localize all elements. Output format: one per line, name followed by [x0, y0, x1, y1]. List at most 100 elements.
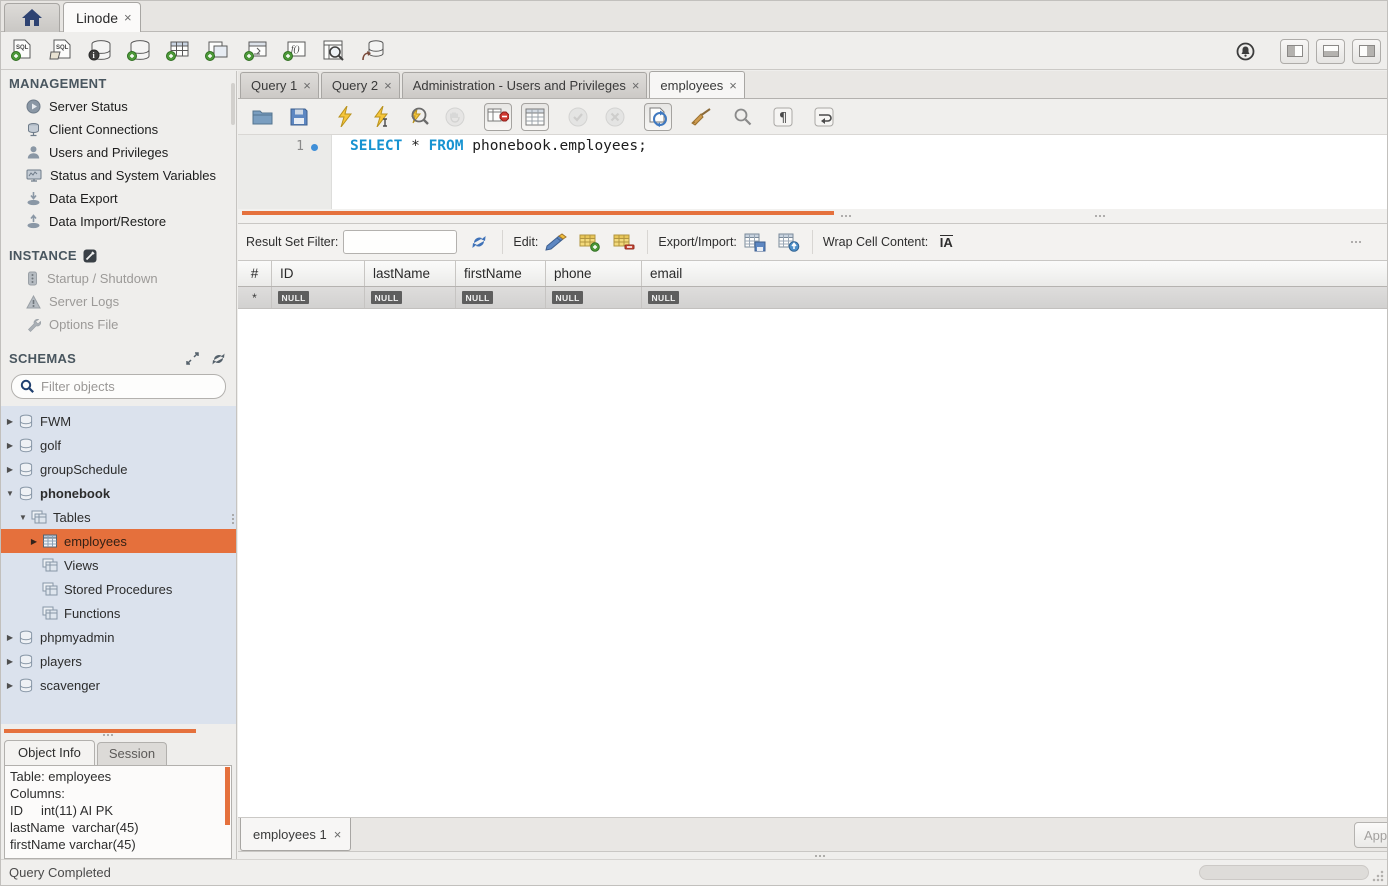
- footer-splitter-grip[interactable]: [815, 855, 825, 857]
- inspect-database-icon[interactable]: i: [87, 39, 113, 63]
- tab-session[interactable]: Session: [97, 742, 167, 765]
- close-icon[interactable]: ×: [384, 78, 392, 93]
- sidebar-item-server-status[interactable]: Server Status: [1, 95, 236, 118]
- tree-item-views-folder[interactable]: Views: [1, 553, 236, 577]
- tree-item-schema[interactable]: ▶ FWM: [1, 409, 236, 433]
- sql-code-editor[interactable]: 1 SELECT * FROM phonebook.employees;: [238, 135, 1387, 209]
- object-info-splitter[interactable]: [1, 724, 236, 738]
- tree-item-functions-folder[interactable]: Functions: [1, 601, 236, 625]
- tree-item-schema[interactable]: ▶ players: [1, 649, 236, 673]
- column-header-rownum[interactable]: #: [238, 261, 272, 286]
- expand-arrow-icon[interactable]: ▶: [5, 657, 15, 666]
- toggle-autocommit-icon[interactable]: [644, 103, 672, 131]
- splitter-grip[interactable]: [103, 734, 113, 736]
- column-header-firstname[interactable]: firstName: [456, 261, 546, 286]
- tree-item-schema[interactable]: ▶ scavenger: [1, 673, 236, 697]
- close-icon[interactable]: ×: [632, 78, 640, 93]
- toggle-right-sidebar-button[interactable]: [1352, 39, 1381, 64]
- open-file-icon[interactable]: [248, 103, 276, 131]
- expand-arrow-icon[interactable]: ▶: [5, 417, 15, 426]
- horizontal-scrollbar[interactable]: [1199, 865, 1369, 880]
- commit-icon[interactable]: [564, 103, 592, 131]
- column-header-phone[interactable]: phone: [546, 261, 642, 286]
- column-header-lastname[interactable]: lastName: [365, 261, 456, 286]
- wrap-cell-content-icon[interactable]: IA: [933, 230, 959, 254]
- toggle-stop-on-error-icon[interactable]: [484, 103, 512, 131]
- create-table-icon[interactable]: [165, 39, 191, 63]
- insert-row-icon[interactable]: [577, 230, 603, 254]
- close-icon[interactable]: ×: [124, 10, 132, 25]
- result-set-filter-input[interactable]: [343, 230, 457, 254]
- column-header-email[interactable]: email: [642, 261, 1387, 286]
- tree-item-table-employees[interactable]: ▶ employees: [1, 529, 236, 553]
- cell-lastname[interactable]: NULL: [365, 287, 456, 308]
- expand-schemas-icon[interactable]: [186, 352, 199, 365]
- find-icon[interactable]: [728, 103, 756, 131]
- tree-item-tables-folder[interactable]: ▼ Tables: [1, 505, 236, 529]
- reconnect-dbms-icon[interactable]: [360, 39, 386, 63]
- edit-record-icon[interactable]: [543, 230, 569, 254]
- refresh-schemas-icon[interactable]: [211, 352, 226, 366]
- connection-tab-linode[interactable]: Linode ×: [63, 2, 141, 32]
- create-schema-icon[interactable]: [126, 39, 152, 63]
- sidebar-item-users-and-privileges[interactable]: Users and Privileges: [1, 141, 236, 164]
- expand-arrow-icon[interactable]: ▶: [5, 465, 15, 474]
- tree-item-schema[interactable]: ▶ phpmyadmin: [1, 625, 236, 649]
- tab-employees[interactable]: employees ×: [649, 71, 744, 98]
- create-procedure-icon[interactable]: [243, 39, 269, 63]
- apply-button[interactable]: Apply: [1354, 822, 1388, 848]
- tab-query-1[interactable]: Query 1 ×: [240, 72, 319, 98]
- sidebar-item-options-file[interactable]: Options File: [1, 313, 236, 336]
- expand-arrow-icon[interactable]: ▶: [5, 633, 15, 642]
- expand-arrow-icon[interactable]: ▶: [29, 537, 39, 546]
- expand-arrow-icon[interactable]: ▶: [5, 681, 15, 690]
- tree-item-schema[interactable]: ▶ golf: [1, 433, 236, 457]
- rollback-icon[interactable]: [601, 103, 629, 131]
- search-table-data-icon[interactable]: [321, 39, 347, 63]
- expand-arrow-icon[interactable]: ▶: [5, 441, 15, 450]
- execute-icon[interactable]: [330, 103, 358, 131]
- limit-rows-icon[interactable]: [521, 103, 549, 131]
- stop-icon[interactable]: [441, 103, 469, 131]
- tab-object-info[interactable]: Object Info: [4, 740, 95, 765]
- sidebar-item-data-export[interactable]: Data Export: [1, 187, 236, 210]
- tree-item-schema-phonebook[interactable]: ▼ phonebook: [1, 481, 236, 505]
- save-icon[interactable]: [285, 103, 313, 131]
- show-invisibles-icon[interactable]: ¶: [769, 103, 797, 131]
- execute-current-icon[interactable]: [367, 103, 395, 131]
- create-function-icon[interactable]: f(): [282, 39, 308, 63]
- export-recordset-icon[interactable]: [742, 230, 768, 254]
- new-sql-tab-icon[interactable]: SQL: [9, 39, 35, 63]
- cell-email[interactable]: NULL: [642, 287, 1387, 308]
- explain-icon[interactable]: [404, 103, 432, 131]
- result-grid-body[interactable]: [238, 309, 1387, 817]
- close-icon[interactable]: ×: [334, 827, 342, 842]
- tree-item-schema[interactable]: ▶ groupSchedule: [1, 457, 236, 481]
- collapse-arrow-icon[interactable]: ▼: [5, 489, 15, 498]
- sidebar-item-server-logs[interactable]: Server Logs: [1, 290, 236, 313]
- home-tab[interactable]: [4, 3, 60, 32]
- sidebar-item-startup-shutdown[interactable]: Startup / Shutdown: [1, 267, 236, 290]
- schema-filter-input[interactable]: [41, 379, 191, 394]
- column-header-id[interactable]: ID: [272, 261, 365, 286]
- toggle-bottom-panel-button[interactable]: [1316, 39, 1345, 64]
- create-view-icon[interactable]: [204, 39, 230, 63]
- sidebar-scrollbar[interactable]: [231, 83, 235, 125]
- toolbar-grip[interactable]: [1351, 241, 1361, 243]
- sidebar-item-status-system-variables[interactable]: Status and System Variables: [1, 164, 236, 187]
- tree-item-stored-procedures-folder[interactable]: Stored Procedures: [1, 577, 236, 601]
- tab-result-employees-1[interactable]: employees 1 ×: [240, 818, 351, 851]
- sidebar-item-data-import-restore[interactable]: Data Import/Restore: [1, 210, 236, 233]
- open-sql-script-icon[interactable]: SQL: [48, 39, 74, 63]
- delete-row-icon[interactable]: [611, 230, 637, 254]
- editor-results-splitter[interactable]: [238, 209, 1387, 224]
- toggle-left-sidebar-button[interactable]: [1280, 39, 1309, 64]
- sidebar-splitter-grip[interactable]: [232, 514, 234, 524]
- notifications-icon[interactable]: [1236, 42, 1255, 61]
- tab-administration[interactable]: Administration - Users and Privileges ×: [402, 72, 648, 98]
- cell-phone[interactable]: NULL: [546, 287, 642, 308]
- cell-firstname[interactable]: NULL: [456, 287, 546, 308]
- splitter-grip-right[interactable]: [841, 215, 1359, 217]
- sidebar-item-client-connections[interactable]: Client Connections: [1, 118, 236, 141]
- object-info-scrollbar[interactable]: [225, 767, 230, 825]
